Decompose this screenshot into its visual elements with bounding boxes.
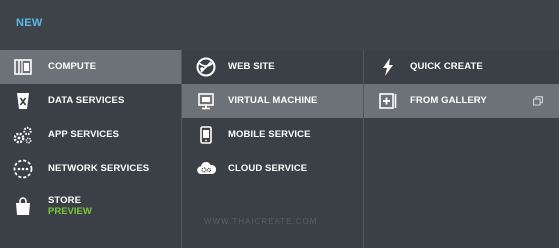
compute-item-label: CLOUD SERVICE (228, 163, 308, 174)
header-bar: NEW (0, 0, 559, 50)
category-compute[interactable]: COMPUTE (0, 50, 181, 84)
option-quick-create[interactable]: QUICK CREATE (364, 50, 559, 84)
option-label: QUICK CREATE (410, 61, 483, 72)
compute-icon (14, 59, 32, 75)
category-label: NETWORK SERVICES (48, 163, 150, 174)
category-label: APP SERVICES (48, 129, 120, 140)
compute-item-virtual-machine[interactable]: VIRTUAL MACHINE (182, 84, 363, 118)
category-label: COMPUTE (48, 61, 97, 72)
category-label: DATA SERVICES (48, 95, 125, 106)
create-option-column: QUICK CREATE FROM GALLERY (364, 50, 559, 248)
web-site-icon (196, 57, 216, 77)
category-store[interactable]: STORE PREVIEW (0, 186, 181, 228)
category-label: STORE (48, 195, 82, 206)
data-services-icon (17, 93, 29, 109)
option-from-gallery[interactable]: FROM GALLERY (364, 84, 559, 118)
new-menu: COMPUTE DATA SERVICES APP SERVICES NETWO… (0, 50, 559, 248)
restore-window-icon[interactable] (533, 96, 543, 106)
lightning-icon (383, 58, 393, 76)
compute-item-web-site[interactable]: WEB SITE (182, 50, 363, 84)
plus-box-icon (379, 93, 397, 109)
category-data-services[interactable]: DATA SERVICES (0, 84, 181, 118)
preview-badge: PREVIEW (48, 206, 92, 217)
option-label: FROM GALLERY (410, 95, 487, 106)
compute-item-label: WEB SITE (228, 61, 275, 72)
cloud-service-icon (197, 162, 217, 174)
virtual-machine-icon (198, 93, 214, 110)
new-title: NEW (16, 17, 43, 29)
app-services-gears-icon (13, 126, 32, 144)
mobile-service-icon (200, 126, 212, 144)
watermark-text: WWW.THAICREATE.COM (204, 217, 318, 226)
category-network-services[interactable]: NETWORK SERVICES (0, 152, 181, 186)
network-services-icon (13, 159, 33, 179)
compute-item-cloud-service[interactable]: CLOUD SERVICE (182, 152, 363, 186)
category-column: COMPUTE DATA SERVICES APP SERVICES NETWO… (0, 50, 182, 248)
compute-item-mobile-service[interactable]: MOBILE SERVICE (182, 118, 363, 152)
shopping-bag-icon (16, 197, 30, 215)
compute-item-label: VIRTUAL MACHINE (228, 95, 318, 106)
category-app-services[interactable]: APP SERVICES (0, 118, 181, 152)
compute-item-label: MOBILE SERVICE (228, 129, 311, 140)
